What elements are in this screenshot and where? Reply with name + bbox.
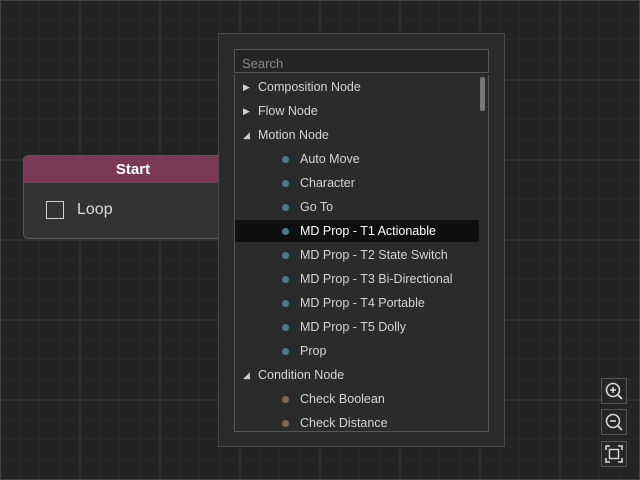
- bullet-icon: [282, 179, 289, 187]
- expanded-arrow-icon[interactable]: ◢: [243, 130, 250, 141]
- bullet-icon: [282, 419, 289, 427]
- loop-checkbox[interactable]: [46, 201, 64, 219]
- expanded-arrow-icon[interactable]: ◢: [243, 370, 250, 381]
- scrollbar-thumb[interactable]: [480, 77, 485, 111]
- bullet-icon: [282, 275, 289, 283]
- node-type-list[interactable]: ▶ Composition Node ▶ Flow Node ◢ Motion Node A…: [234, 75, 489, 432]
- loop-label: Loop: [77, 201, 113, 218]
- bullet-icon: [282, 227, 289, 235]
- zoom-in-icon: [605, 382, 623, 400]
- tree-label: MD Prop - T3 Bi-Directional: [300, 272, 453, 286]
- tree-item[interactable]: MD Prop - T3 Bi-Directional: [235, 268, 479, 290]
- tree-item[interactable]: MD Prop - T1 Actionable: [235, 220, 479, 242]
- tree-item[interactable]: MD Prop - T2 State Switch: [235, 244, 479, 266]
- bullet-icon: [282, 251, 289, 259]
- tree-category[interactable]: ▶ Composition Node: [235, 76, 479, 98]
- tree-label: Condition Node: [258, 368, 345, 382]
- fit-view-icon: [605, 445, 623, 463]
- tree-item[interactable]: Auto Move: [235, 148, 479, 170]
- tree-category[interactable]: ◢ Condition Node: [235, 364, 479, 386]
- node-title: Start: [115, 161, 151, 178]
- zoom-in-button[interactable]: [601, 378, 627, 404]
- tree-item[interactable]: Check Boolean: [235, 388, 479, 410]
- collapsed-arrow-icon[interactable]: ▶: [243, 82, 250, 93]
- start-node[interactable]: Start Loop: [23, 155, 243, 239]
- zoom-out-icon: [605, 413, 623, 431]
- tree-label: MD Prop - T1 Actionable: [300, 224, 436, 238]
- tree-category[interactable]: ▶ Flow Node: [235, 100, 479, 122]
- tree-label: MD Prop - T4 Portable: [300, 296, 425, 310]
- tree-label: Character: [300, 176, 355, 190]
- bullet-icon: [282, 395, 289, 403]
- node-picker-popup: ▶ Composition Node ▶ Flow Node ◢ Motion Node A…: [218, 33, 505, 447]
- tree-label: Go To: [300, 200, 334, 214]
- tree-item[interactable]: MD Prop - T5 Dolly: [235, 316, 479, 338]
- bullet-icon: [282, 323, 289, 331]
- tree-label: Check Distance: [300, 416, 388, 430]
- tree-label: Prop: [300, 344, 327, 358]
- tree-item[interactable]: MD Prop - T4 Portable: [235, 292, 479, 314]
- search-input[interactable]: [234, 49, 489, 73]
- tree-label: Flow Node: [258, 104, 318, 118]
- tree-label: MD Prop - T5 Dolly: [300, 320, 407, 334]
- tree-item[interactable]: Character: [235, 172, 479, 194]
- fit-view-button[interactable]: [601, 441, 627, 467]
- bullet-icon: [282, 347, 289, 355]
- zoom-out-button[interactable]: [601, 409, 627, 435]
- tree-label: Composition Node: [258, 80, 361, 94]
- tree-label: Motion Node: [258, 128, 329, 142]
- tree-item[interactable]: Prop: [235, 340, 479, 362]
- tree-label: MD Prop - T2 State Switch: [300, 248, 448, 262]
- tree-label: Check Boolean: [300, 392, 385, 406]
- loop-option[interactable]: Loop: [24, 183, 242, 219]
- tree-item[interactable]: Check Distance: [235, 412, 479, 431]
- tree-category[interactable]: ◢ Motion Node: [235, 124, 479, 146]
- bullet-icon: [282, 155, 289, 163]
- tree-item[interactable]: Go To: [235, 196, 479, 218]
- tree-label: Auto Move: [300, 152, 360, 166]
- bullet-icon: [282, 203, 289, 211]
- node-header[interactable]: Start: [24, 156, 242, 183]
- collapsed-arrow-icon[interactable]: ▶: [243, 106, 250, 117]
- bullet-icon: [282, 299, 289, 307]
